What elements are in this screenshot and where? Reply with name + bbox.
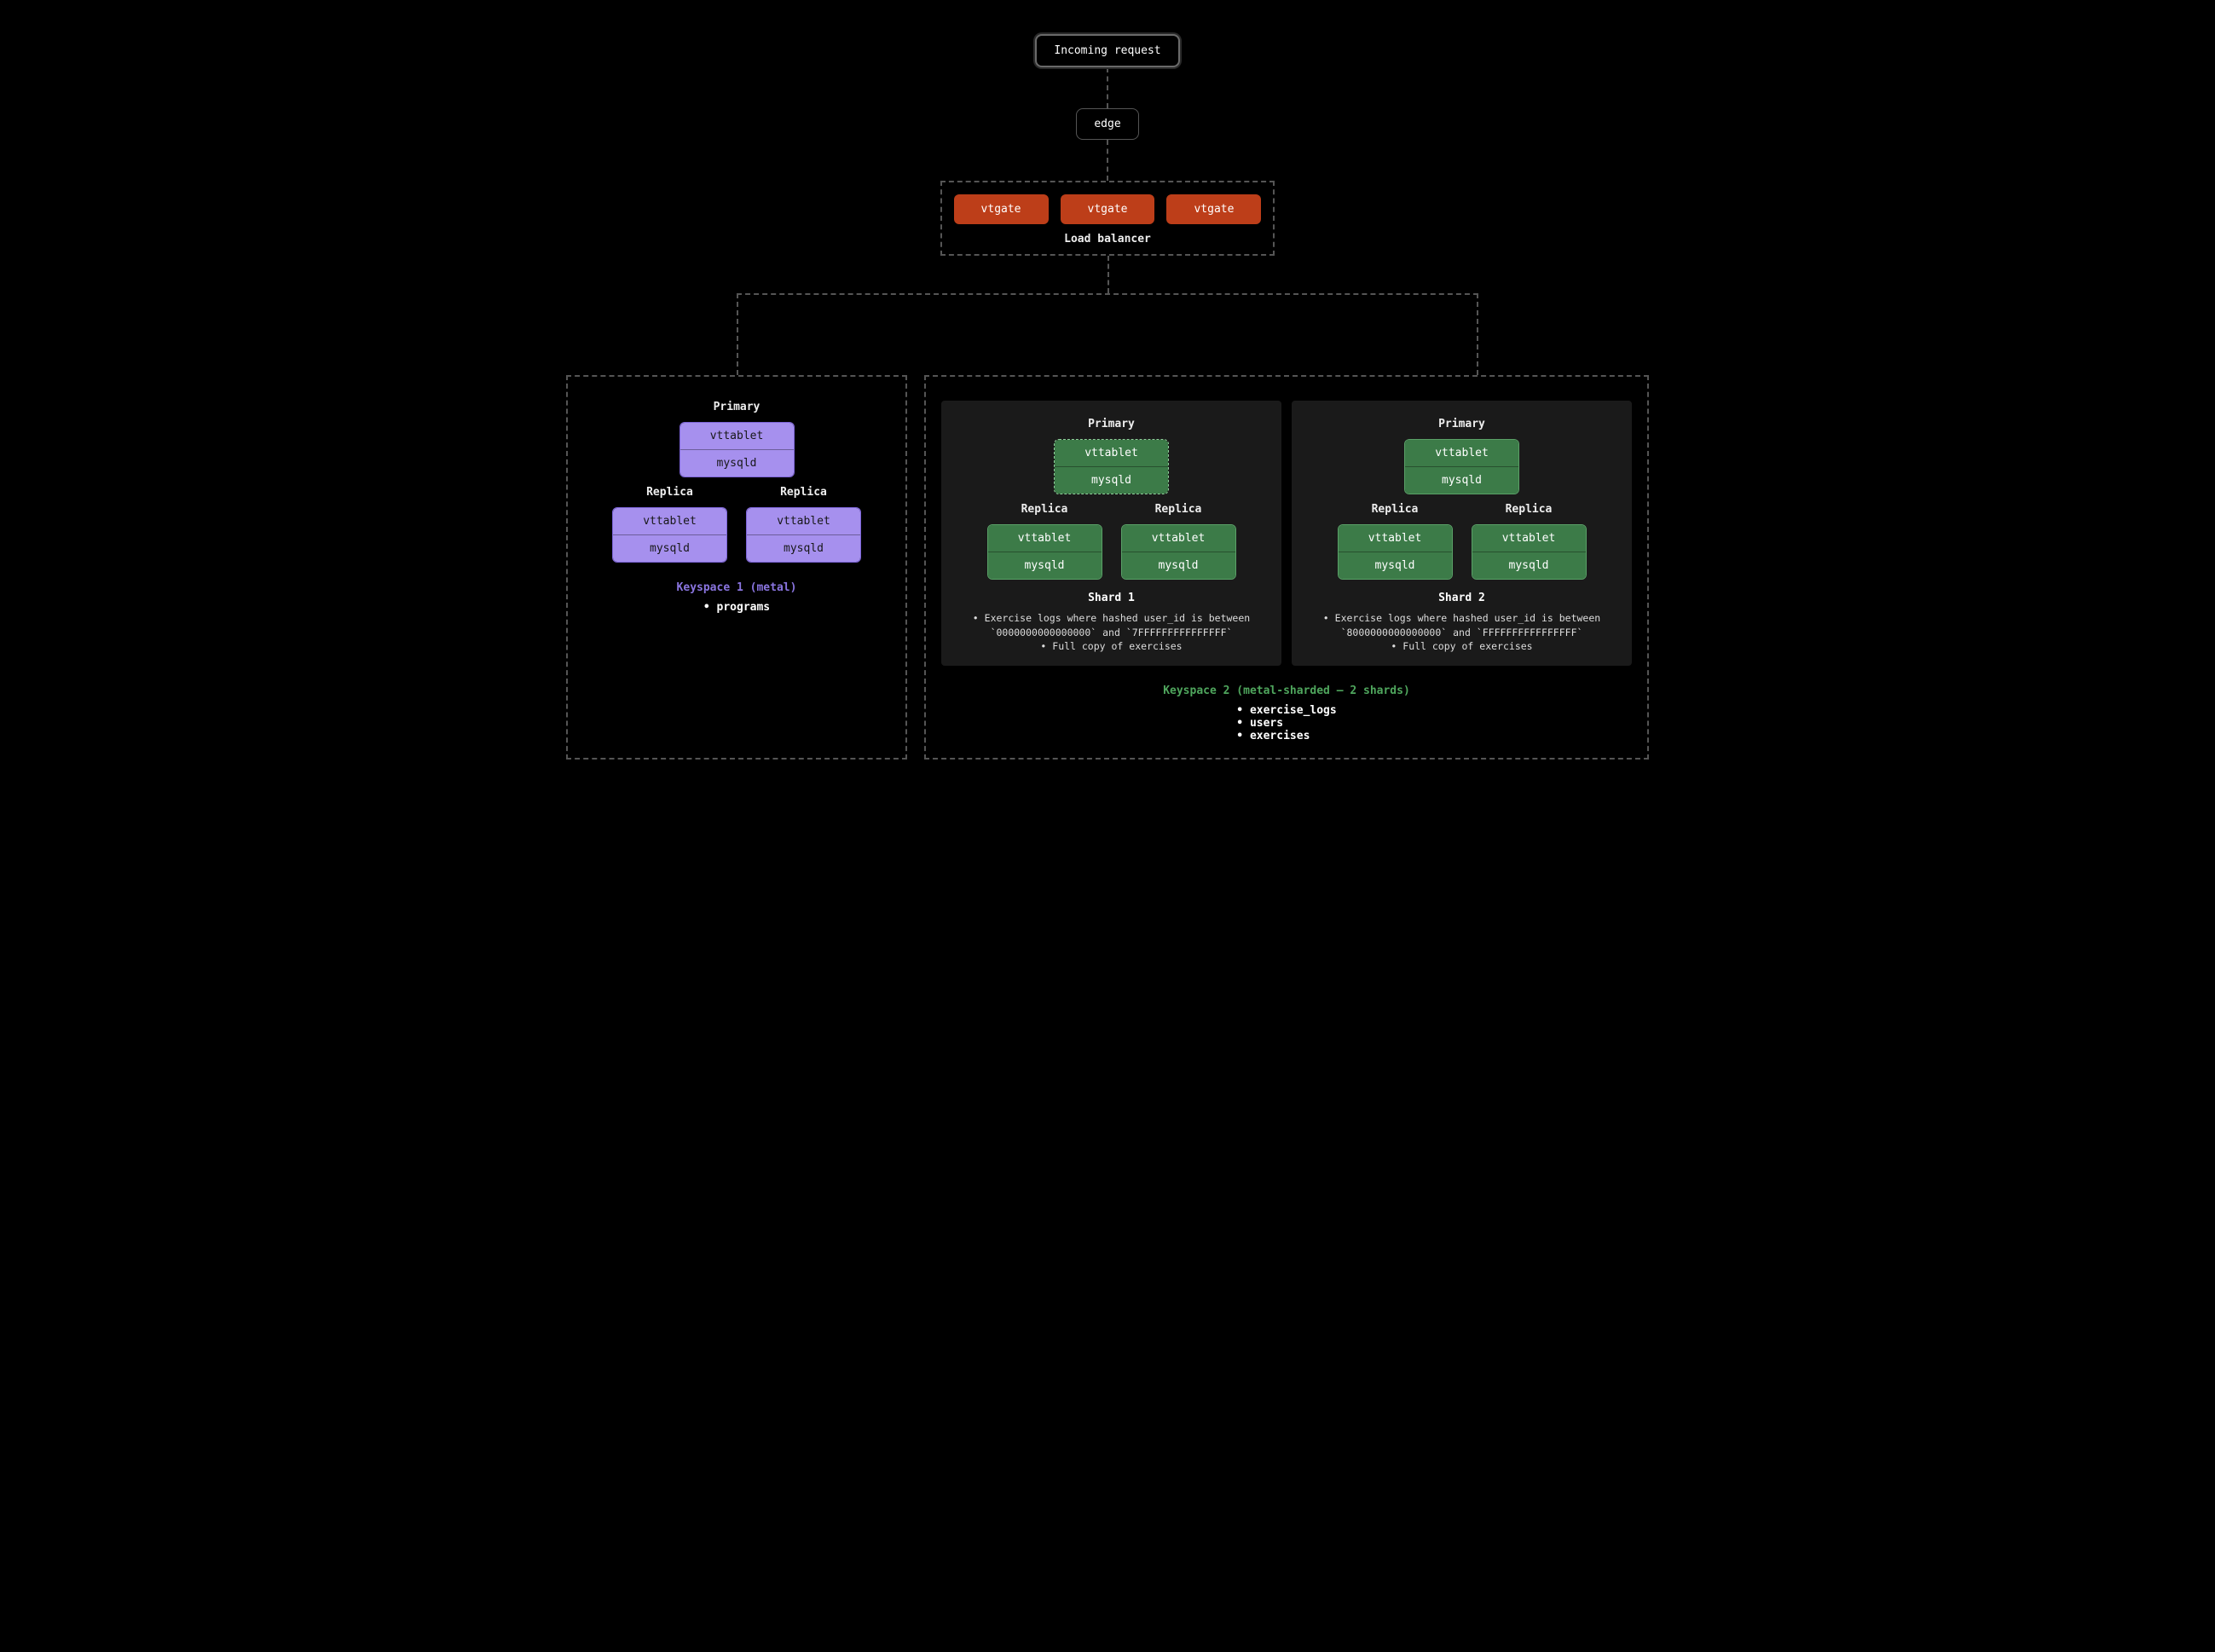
- role-replica-label: Replica: [1021, 503, 1068, 516]
- role-primary-label: Primary: [1438, 418, 1485, 430]
- mysqld-cell: mysqld: [988, 552, 1102, 579]
- replica-tablet-ks1: vttablet mysqld: [746, 507, 861, 563]
- architecture-diagram: Incoming request edge vtgate vtgate vtga…: [566, 34, 1649, 760]
- shard-1-label: Shard 1: [1088, 592, 1135, 604]
- primary-tablet-shard2: vttablet mysqld: [1404, 439, 1519, 494]
- keyspace-2: Primary vttablet mysqld Replica vttablet…: [924, 375, 1649, 760]
- mysqld-cell: mysqld: [1122, 552, 1235, 579]
- shard-2: Primary vttablet mysqld Replica vttablet…: [1292, 401, 1632, 666]
- keyspace-2-tables: exercise_logs users exercises: [1236, 704, 1336, 742]
- keyspace-2-title: Keyspace 2 (metal-sharded — 2 shards): [941, 684, 1632, 697]
- role-replica-label: Replica: [1372, 503, 1419, 516]
- load-balancer-label: Load balancer: [954, 233, 1262, 245]
- shard-note: Full copy of exercises: [1391, 640, 1532, 652]
- table-name: users: [1236, 717, 1336, 730]
- vttablet-cell: vttablet: [747, 508, 860, 534]
- vtgate-node: vtgate: [1166, 194, 1261, 224]
- replica-tablet-shard1: vttablet mysqld: [987, 524, 1102, 580]
- shard-2-label: Shard 2: [1438, 592, 1485, 604]
- replica-tablet-shard2: vttablet mysqld: [1338, 524, 1453, 580]
- role-replica-label: Replica: [1155, 503, 1202, 516]
- table-name: exercises: [1236, 730, 1336, 742]
- shard-note: Exercise logs where hashed user_id is be…: [1323, 612, 1600, 638]
- connector-line: [1107, 67, 1108, 108]
- load-balancer-box: vtgate vtgate vtgate Load balancer: [940, 181, 1275, 256]
- vttablet-cell: vttablet: [988, 525, 1102, 552]
- role-replica-label: Replica: [646, 486, 693, 499]
- mysqld-cell: mysqld: [680, 449, 794, 477]
- replica-tablet-shard2: vttablet mysqld: [1472, 524, 1587, 580]
- mysqld-cell: mysqld: [1339, 552, 1452, 579]
- role-replica-label: Replica: [780, 486, 827, 499]
- role-replica-label: Replica: [1506, 503, 1553, 516]
- vttablet-cell: vttablet: [1122, 525, 1235, 552]
- branch-connector: [566, 256, 1649, 375]
- incoming-request-node: Incoming request: [1035, 34, 1179, 67]
- shard-1: Primary vttablet mysqld Replica vttablet…: [941, 401, 1281, 666]
- vtgate-node: vtgate: [954, 194, 1049, 224]
- shard-note: Full copy of exercises: [1040, 640, 1182, 652]
- edge-node: edge: [1076, 108, 1138, 140]
- mysqld-cell: mysqld: [747, 534, 860, 562]
- keyspace-1-tables: programs: [703, 601, 770, 614]
- edge-label: edge: [1094, 118, 1120, 130]
- role-primary-label: Primary: [1088, 418, 1135, 430]
- primary-tablet-ks1: vttablet mysqld: [680, 422, 795, 477]
- vtgate-node: vtgate: [1061, 194, 1155, 224]
- mysqld-cell: mysqld: [1405, 466, 1518, 494]
- vttablet-cell: vttablet: [1339, 525, 1452, 552]
- mysqld-cell: mysqld: [613, 534, 726, 562]
- vttablet-cell: vttablet: [680, 423, 794, 449]
- shard-note: Exercise logs where hashed user_id is be…: [973, 612, 1250, 638]
- keyspace-1: Primary vttablet mysqld Replica vttablet…: [566, 375, 907, 760]
- table-name: exercise_logs: [1236, 704, 1336, 717]
- primary-tablet-shard1: vttablet mysqld: [1054, 439, 1169, 494]
- mysqld-cell: mysqld: [1472, 552, 1586, 579]
- vttablet-cell: vttablet: [1055, 440, 1168, 466]
- connector-line: [1107, 140, 1108, 181]
- replica-tablet-ks1: vttablet mysqld: [612, 507, 727, 563]
- keyspace-1-title: Keyspace 1 (metal): [583, 581, 890, 594]
- vttablet-cell: vttablet: [1405, 440, 1518, 466]
- table-name: programs: [703, 601, 770, 614]
- vttablet-cell: vttablet: [1472, 525, 1586, 552]
- mysqld-cell: mysqld: [1055, 466, 1168, 494]
- replica-tablet-shard1: vttablet mysqld: [1121, 524, 1236, 580]
- shard-2-notes: Exercise logs where hashed user_id is be…: [1321, 611, 1603, 654]
- shard-1-notes: Exercise logs where hashed user_id is be…: [971, 611, 1252, 654]
- vttablet-cell: vttablet: [613, 508, 726, 534]
- incoming-request-label: Incoming request: [1054, 44, 1160, 57]
- role-primary-label: Primary: [714, 401, 761, 413]
